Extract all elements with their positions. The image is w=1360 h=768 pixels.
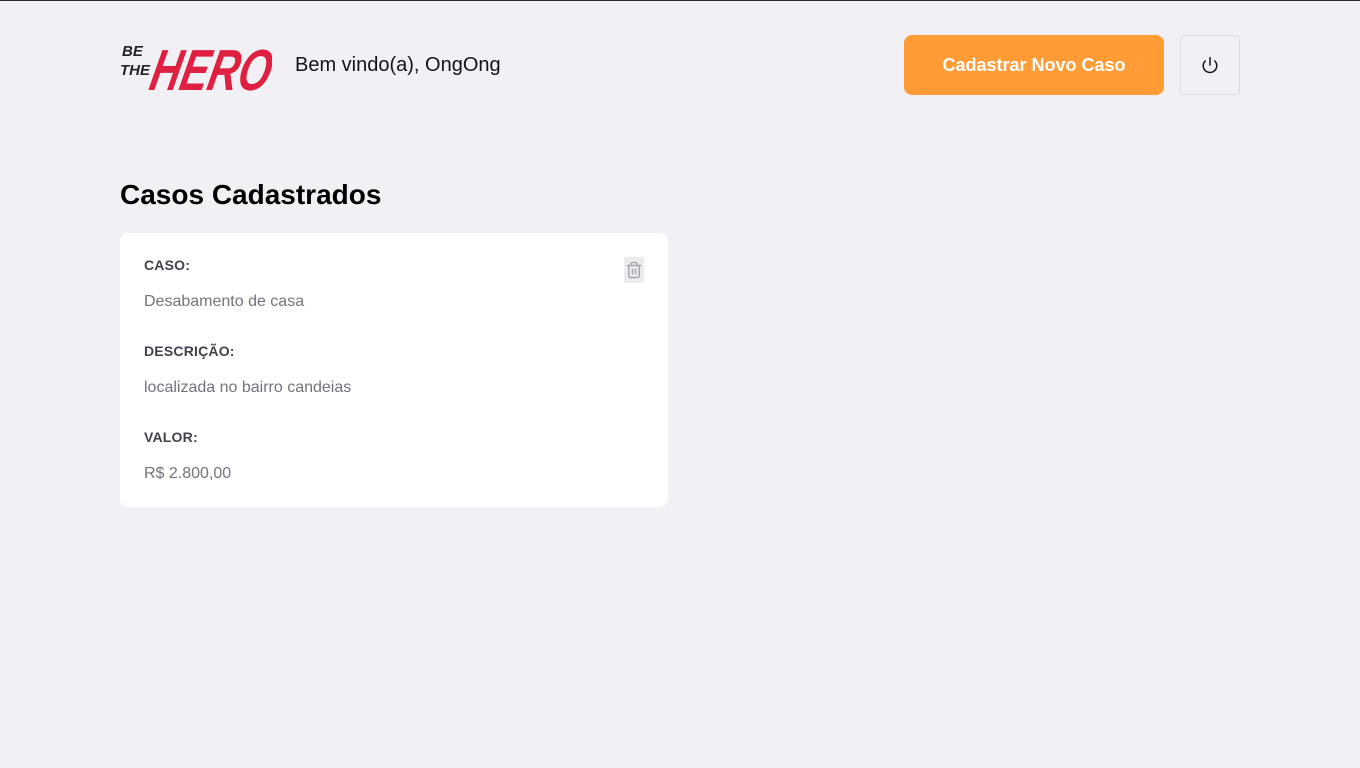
description-label: DESCRIÇÃO: xyxy=(144,343,235,359)
delete-case-button[interactable] xyxy=(624,257,644,283)
value-label: VALOR: xyxy=(144,429,198,445)
case-label: CASO: xyxy=(144,257,191,273)
logo-the-text: THE xyxy=(120,62,151,79)
power-icon xyxy=(1202,56,1218,74)
logo-be-text: BE xyxy=(122,43,144,60)
case-value: Desabamento de casa xyxy=(144,293,305,310)
welcome-text: Bem vindo(a), OngOng xyxy=(295,53,501,76)
value-value: R$ 2.800,00 xyxy=(144,465,232,482)
trash-icon xyxy=(626,261,642,279)
logo-hero-text: HERO xyxy=(145,39,272,98)
logout-button[interactable] xyxy=(1180,35,1240,95)
description-value: localizada no bairro candeias xyxy=(144,379,352,396)
new-case-button[interactable]: Cadastrar Novo Caso xyxy=(904,35,1164,95)
page-title: Casos Cadastrados xyxy=(120,179,382,210)
case-card: CASO: Desabamento de casa DESCRIÇÃO: loc… xyxy=(120,233,668,507)
be-the-hero-logo: BE THE HERO xyxy=(120,39,272,98)
header: BE THE HERO Bem vindo(a), OngOng Cadastr… xyxy=(120,33,1240,98)
